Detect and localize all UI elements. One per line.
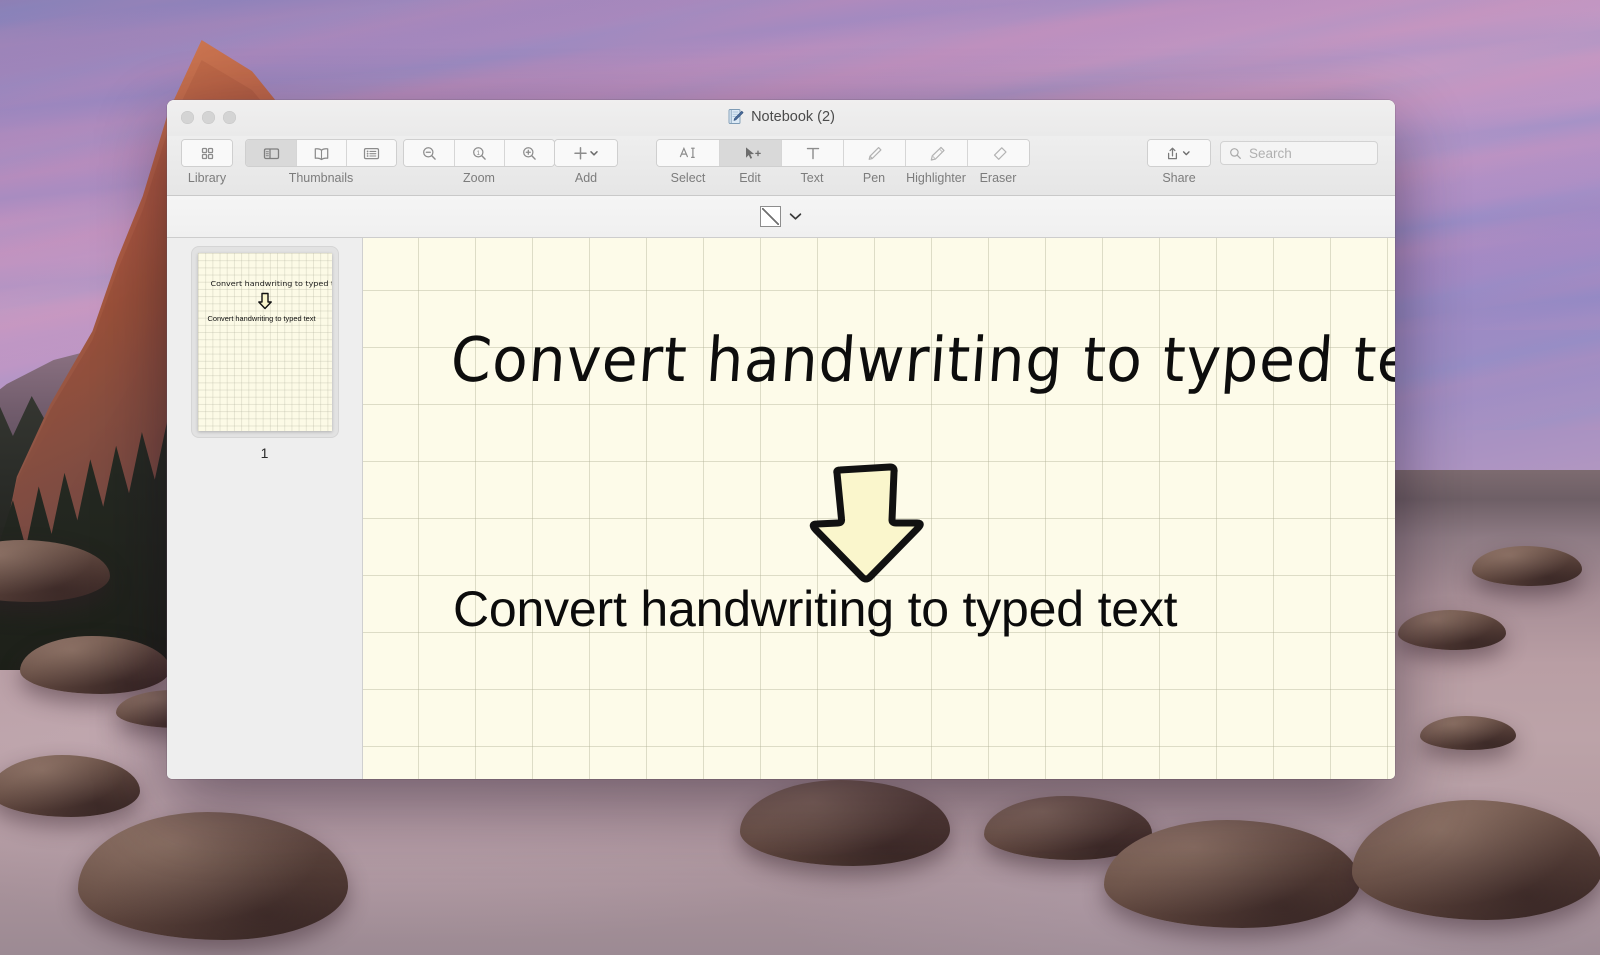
toolbar-label-add: Add xyxy=(555,171,617,185)
typed-text[interactable]: Convert handwriting to typed text xyxy=(453,580,1177,638)
toolbar-label-zoom: Zoom xyxy=(404,171,554,185)
zoom-out-button[interactable] xyxy=(404,140,454,166)
add-button[interactable] xyxy=(555,140,617,166)
toolbar-group-thumbnails: Thumbnails xyxy=(245,139,397,185)
toolbar-label-pen: Pen xyxy=(843,171,905,185)
page-number-label: 1 xyxy=(261,445,269,461)
toolbar-group-tools: Select Edit Text Pen Highlighter Eraser xyxy=(656,139,1030,185)
page-thumbnail-1[interactable]: Convert handwriting to typed text Conver… xyxy=(192,247,338,437)
wallpaper-rock xyxy=(1420,716,1516,750)
thumbnail-typed-text: Convert handwriting to typed text xyxy=(208,314,326,323)
window-titlebar[interactable]: Notebook (2) xyxy=(167,100,1395,136)
thumbnails-sidebar[interactable]: Convert handwriting to typed text Conver… xyxy=(167,238,363,779)
book-icon xyxy=(312,144,331,163)
text-tool-button[interactable] xyxy=(781,140,843,166)
toolbar-label-thumbnails: Thumbnails xyxy=(246,171,396,185)
add-segment[interactable] xyxy=(554,139,618,167)
eraser-tool-button[interactable] xyxy=(967,140,1029,166)
notebook-pencil-icon xyxy=(727,108,744,125)
search-placeholder: Search xyxy=(1249,146,1292,161)
eraser-icon xyxy=(988,144,1010,163)
highlighter-icon xyxy=(926,144,948,163)
share-button[interactable] xyxy=(1148,140,1210,166)
edit-tool-button[interactable] xyxy=(719,140,781,166)
plus-chevron-icon xyxy=(569,144,603,163)
library-segment[interactable] xyxy=(181,139,233,167)
stroke-style-bar[interactable] xyxy=(167,196,1395,238)
thumbnail-arrow-icon xyxy=(257,292,273,310)
window-title: Notebook (2) xyxy=(751,109,835,125)
select-tool-button[interactable] xyxy=(657,140,719,166)
grid-icon xyxy=(199,145,216,162)
close-button[interactable] xyxy=(181,111,194,124)
window-body: Convert handwriting to typed text Conver… xyxy=(167,238,1395,779)
notebook-canvas[interactable]: Convert handwriting to typed text Conver… xyxy=(363,238,1395,779)
magnifier-one-icon: 1 xyxy=(470,144,489,163)
search-icon xyxy=(1229,147,1242,160)
share-chevron-icon xyxy=(1162,144,1196,163)
letter-t-icon xyxy=(802,144,824,163)
book-view-button[interactable] xyxy=(296,140,346,166)
square-diagonal-icon[interactable] xyxy=(760,206,781,227)
svg-text:1: 1 xyxy=(477,150,481,157)
page-thumbnail-preview: Convert handwriting to typed text Conver… xyxy=(198,253,332,431)
zoom-button[interactable] xyxy=(223,111,236,124)
notebook-window[interactable]: Notebook (2) Library xyxy=(167,100,1395,779)
highlighter-tool-button[interactable] xyxy=(905,140,967,166)
desktop: Notebook (2) Library xyxy=(0,0,1600,955)
zoom-actual-size-button[interactable]: 1 xyxy=(454,140,504,166)
toolbar-group-share: Share xyxy=(1147,139,1211,185)
magnifier-plus-icon xyxy=(520,144,539,163)
sidebar-icon xyxy=(262,144,281,163)
down-arrow-annotation[interactable] xyxy=(806,460,926,585)
toolbar-label-text: Text xyxy=(781,171,843,185)
thumbnail-handwriting-text: Convert handwriting to typed text xyxy=(211,279,322,287)
sidebar-view-button[interactable] xyxy=(246,140,296,166)
library-grid-button[interactable] xyxy=(182,140,232,166)
pen-tool-button[interactable] xyxy=(843,140,905,166)
zoom-in-button[interactable] xyxy=(504,140,554,166)
toolbar-label-share: Share xyxy=(1148,171,1210,185)
toolbar-group-zoom: 1 Zoom xyxy=(403,139,555,185)
toolbar-group-add: Add xyxy=(554,139,618,185)
window-title-area: Notebook (2) xyxy=(167,108,1395,125)
zoom-segment[interactable]: 1 xyxy=(403,139,555,167)
toolbar-label-select: Select xyxy=(657,171,719,185)
toolbar-label-library: Library xyxy=(182,171,232,185)
list-view-button[interactable] xyxy=(346,140,396,166)
view-segment[interactable] xyxy=(245,139,397,167)
search-input[interactable]: Search xyxy=(1220,141,1378,165)
share-segment[interactable] xyxy=(1147,139,1211,167)
traffic-lights[interactable] xyxy=(181,111,236,124)
toolbar-group-search: Search xyxy=(1220,141,1378,165)
chevron-down-icon[interactable] xyxy=(789,212,802,221)
toolbar-label-eraser: Eraser xyxy=(967,171,1029,185)
minimize-button[interactable] xyxy=(202,111,215,124)
list-icon xyxy=(362,144,381,163)
text-cursor-icon xyxy=(677,144,699,163)
magnifier-minus-icon xyxy=(420,144,439,163)
tools-segment[interactable] xyxy=(656,139,1030,167)
arrow-plus-icon xyxy=(740,144,762,163)
wallpaper-rock xyxy=(1472,546,1582,586)
wallpaper-rock xyxy=(1398,610,1506,650)
main-toolbar[interactable]: Library xyxy=(167,136,1395,196)
pen-icon xyxy=(864,144,886,163)
toolbar-group-library: Library xyxy=(181,139,233,185)
handwriting-annotation[interactable]: Convert handwriting to typed text xyxy=(448,324,1395,396)
toolbar-label-edit: Edit xyxy=(719,171,781,185)
toolbar-label-highlighter: Highlighter xyxy=(905,171,967,185)
